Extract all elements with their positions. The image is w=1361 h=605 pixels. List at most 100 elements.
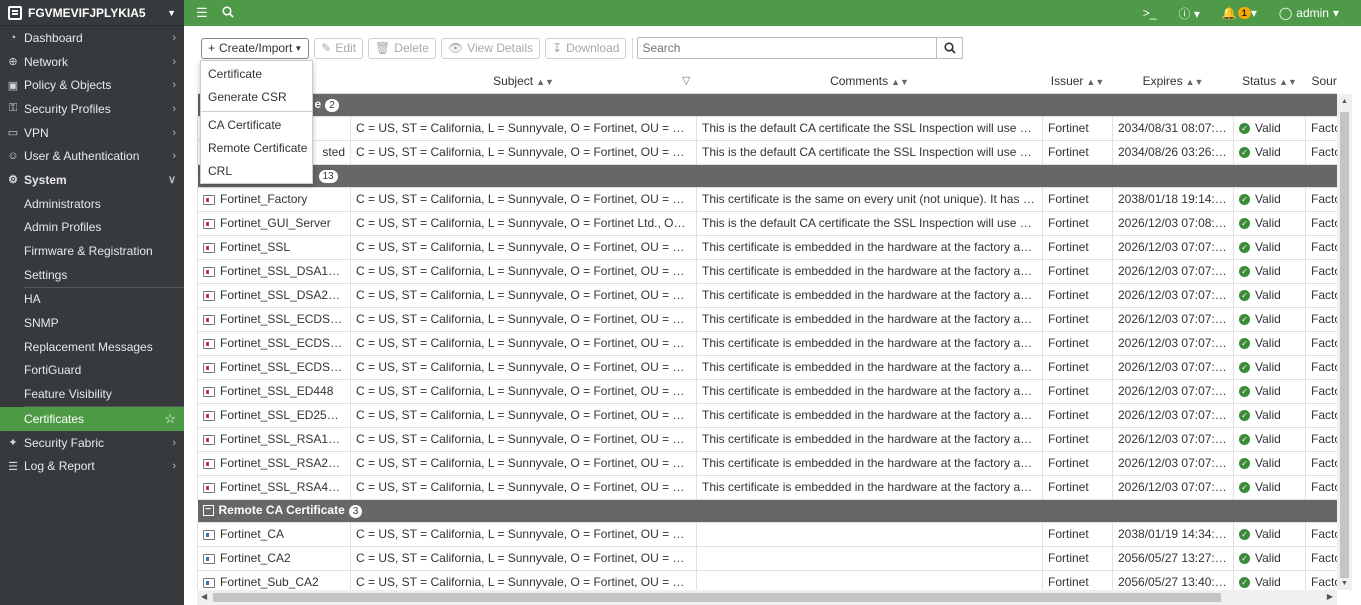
sidebar-item-user-authentication[interactable]: ☺ User & Authentication › [0, 144, 184, 168]
table-row[interactable]: sted C = US, ST = California, L = Sunnyva… [197, 139, 1337, 165]
menu-item-certificate[interactable]: Certificate [201, 63, 312, 86]
table-row[interactable]: Fortinet_Sub_CA2 C = US, ST = California,… [197, 569, 1337, 590]
status-text: Valid [1255, 408, 1281, 422]
sidebar-subitem-replacement-messages[interactable]: Replacement Messages [0, 335, 184, 359]
menu-item-ca-certificate[interactable]: CA Certificate [201, 114, 312, 137]
table-row[interactable]: Fortinet_SSL_RSA1024 C = US, ST = Califor… [197, 426, 1337, 452]
group-header[interactable]: − Remote CA Certificate 3 [197, 499, 1337, 522]
vertical-scroll-thumb[interactable] [1340, 112, 1349, 578]
table-row[interactable]: Fortinet_SSL_ED25519 C = US, ST = Califor… [197, 402, 1337, 428]
cell-subject: C = US, ST = California, L = Sunnyvale, … [350, 402, 697, 428]
status-text: Valid [1255, 432, 1281, 446]
cell-issuer: Fortinet [1042, 186, 1113, 212]
column-header-expires[interactable]: Expires ▲▼ [1112, 70, 1234, 94]
certificate-icon [203, 458, 215, 469]
cell-status: ✓ Valid [1233, 402, 1306, 428]
status-text: Valid [1255, 145, 1281, 159]
sidebar-subitem-fortiguard[interactable]: FortiGuard [0, 359, 184, 383]
sidebar-subitem-administrators[interactable]: Administrators [0, 192, 184, 216]
table-row[interactable]: Fortinet_Factory C = US, ST = California,… [197, 186, 1337, 212]
cell-subject: C = US, ST = California, L = Sunnyvale, … [350, 330, 697, 356]
sidebar-subitem-firmware-registration[interactable]: Firmware & Registration [0, 239, 184, 263]
sidebar-item-policy-objects[interactable]: ▣ Policy & Objects › [0, 73, 184, 97]
chevron-right-icon: › [172, 126, 176, 139]
source-header-label: Source [1311, 74, 1338, 89]
caret-down-icon: ▾ [1332, 6, 1339, 20]
sidebar-subitem-feature-visibility[interactable]: Feature Visibility [0, 382, 184, 406]
table-row[interactable]: Fortinet_SSL_RSA4096 C = US, ST = Califor… [197, 474, 1337, 500]
search-icon[interactable] [222, 5, 236, 21]
help-icon[interactable]: ⓘ ▾ [1178, 5, 1199, 22]
chevron-right-icon: › [172, 460, 176, 473]
group-header[interactable]: 13 [197, 164, 1337, 187]
table-row[interactable]: Fortinet_SSL_RSA2048 C = US, ST = Califor… [197, 450, 1337, 476]
menu-item-generate-csr[interactable]: Generate CSR [201, 86, 312, 109]
table-row[interactable]: Fortinet_SSL_ECDSA521 C = US, ST = Califo… [197, 354, 1337, 380]
sidebar-item-security-fabric[interactable]: ✦ Security Fabric › [0, 431, 184, 455]
group-header-row[interactable]: 13 [197, 164, 1337, 187]
sidebar-item-security-profiles[interactable]: ⚿ Security Profiles › [0, 97, 184, 121]
scroll-up-icon[interactable]: ▲ [1341, 98, 1348, 105]
search-button[interactable] [937, 37, 964, 59]
horizontal-scroll-thumb[interactable] [213, 593, 1221, 602]
sidebar-subitem-settings[interactable]: Settings [0, 263, 184, 287]
column-header-issuer[interactable]: Issuer ▲▼ [1042, 70, 1113, 94]
table-row[interactable]: Fortinet_CA C = US, ST = California, L = … [197, 521, 1337, 547]
column-header-subject[interactable]: Subject ▲▼ ▽ [350, 70, 697, 94]
sidebar-subitem-snmp[interactable]: SNMP [0, 311, 184, 335]
user-menu[interactable]: ◯ admin ▾ [1279, 6, 1339, 20]
table-row[interactable]: Fortinet_GUI_Server C = US, ST = Californ… [197, 210, 1337, 236]
search-input[interactable] [637, 37, 938, 59]
filter-icon[interactable]: ▽ [682, 74, 690, 87]
table-row[interactable]: Fortinet_SSL_ED448 C = US, ST = Californi… [197, 378, 1337, 404]
column-header-status[interactable]: Status ▲▼ [1233, 70, 1306, 94]
table-row[interactable]: Fortinet_SSL_ECDSA256 C = US, ST = Califo… [197, 306, 1337, 332]
sidebar-subitem-admin-profiles[interactable]: Admin Profiles [0, 216, 184, 240]
sidebar-subitem-certificates[interactable]: Certificates ☆ [0, 407, 184, 431]
collapse-icon[interactable]: − [202, 505, 214, 517]
menu-item-remote-certificate[interactable]: Remote Certificate [201, 137, 312, 160]
cell-source: Factory [1305, 545, 1337, 571]
delete-button[interactable]: 🗑 Delete [368, 37, 436, 59]
device-selector[interactable]: FGVMEVIFJPLYKIA5 ▼ [0, 0, 184, 26]
group-name: e [314, 97, 322, 111]
sidebar-subitem-label: Feature Visibility [24, 387, 112, 402]
sidebar-item-network[interactable]: ⊕ Network › [0, 50, 184, 74]
horizontal-scrollbar[interactable]: ◀ ▶ [197, 590, 1337, 605]
table-row[interactable]: Fortinet_CA2 C = US, ST = California, L =… [197, 545, 1337, 571]
scroll-left-icon[interactable]: ◀ [201, 592, 207, 601]
sidebar-item-vpn[interactable]: ▭ VPN › [0, 121, 184, 145]
menu-item-crl[interactable]: CRL [201, 160, 312, 183]
edit-button[interactable]: ✎ Edit [314, 37, 364, 59]
cell-comments: This is the default CA certificate the S… [696, 115, 1043, 141]
scroll-down-icon[interactable]: ▼ [1341, 580, 1348, 587]
sort-icon: ▲▼ [1185, 77, 1204, 88]
group-header-row[interactable]: e2 [197, 93, 1337, 116]
check-circle-icon: ✓ [1239, 577, 1250, 589]
table-row[interactable]: Fortinet_SSL_DSA1024 C = US, ST = Califor… [197, 258, 1337, 284]
sidebar-subitem-ha[interactable]: HA [0, 288, 184, 312]
create-import-button[interactable]: + Create/Import ▼ [201, 37, 310, 59]
download-button[interactable]: ↧ Download [545, 37, 627, 59]
notifications-button[interactable]: 🔔 1 ▾ [1222, 6, 1257, 20]
table-row[interactable]: Fortinet_SSL_ECDSA384 C = US, ST = Califo… [197, 330, 1337, 356]
certificate-icon [203, 386, 215, 397]
menu-icon[interactable]: ☰ [196, 5, 210, 21]
column-header-comments[interactable]: Comments ▲▼ [696, 70, 1043, 94]
sidebar-item-log-report[interactable]: ☰ Log & Report › [0, 454, 184, 478]
top-bar: ☰ >_ ⓘ ▾ 🔔 1 ▾ ◯ admin ▾ [184, 0, 1361, 26]
sidebar-item-dashboard[interactable]: ◔ Dashboard › [0, 26, 184, 50]
column-header-source[interactable]: Source▲▼ [1305, 70, 1338, 94]
vertical-scrollbar[interactable]: ▲ ▼ [1337, 94, 1352, 590]
cli-console-icon[interactable]: >_ [1143, 6, 1157, 20]
group-header[interactable]: e2 [197, 93, 1337, 116]
table-row[interactable]: Fortinet_SSL C = US, ST = California, L =… [197, 234, 1337, 260]
star-icon[interactable]: ☆ [164, 411, 176, 427]
device-name: FGVMEVIFJPLYKIA5 [28, 5, 146, 20]
table-row[interactable]: Fortinet_SSL_DSA2048 C = US, ST = Califor… [197, 282, 1337, 308]
table-row[interactable]: C = US, ST = California, L = Sunnyvale, … [197, 115, 1337, 141]
scroll-right-icon[interactable]: ▶ [1327, 592, 1333, 601]
view-details-button[interactable]: 👁 View Details [440, 37, 541, 59]
group-header-row[interactable]: − Remote CA Certificate 3 [197, 499, 1337, 522]
sidebar-item-system[interactable]: ⚙ System ∨ [0, 168, 184, 192]
